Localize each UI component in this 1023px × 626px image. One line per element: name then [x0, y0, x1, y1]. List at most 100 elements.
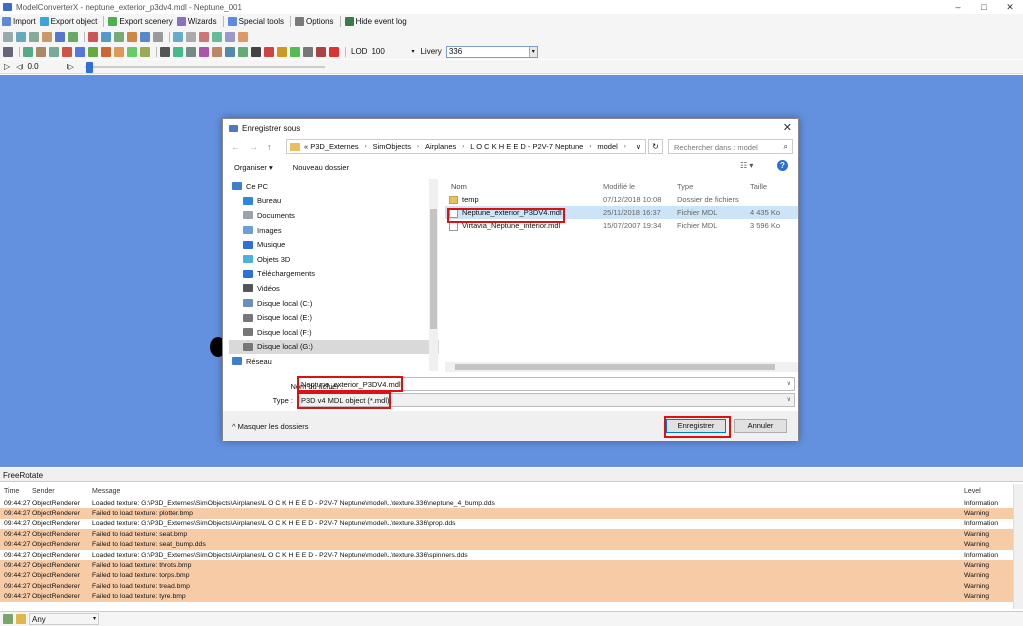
menu-hide-event-log[interactable]: Hide event log [344, 17, 407, 26]
toolbar-tool-icon[interactable] [316, 46, 326, 57]
toolbar-tool-icon[interactable] [88, 31, 98, 42]
menu-export-scenery[interactable]: Export scenery [108, 17, 173, 26]
pencil-icon[interactable] [16, 614, 26, 624]
toolbar-tool-icon[interactable] [173, 31, 183, 42]
close-window-button[interactable]: ✕ [997, 0, 1023, 14]
help-icon[interactable]: ? [777, 160, 788, 171]
nav-item-drive-e[interactable]: Disque local (E:) [229, 310, 439, 325]
toolbar-tool-icon[interactable] [238, 31, 248, 42]
toolbar-tool-icon[interactable] [251, 46, 261, 57]
type-dropdown-icon[interactable]: ∨ [787, 396, 791, 403]
filename-dropdown-icon[interactable]: ∨ [787, 380, 791, 387]
log-row[interactable]: 09:44:27 ObjectRenderer Failed to load tex… [0, 591, 1023, 602]
lod-value[interactable]: 100 [371, 47, 411, 56]
toolbar-tool-icon[interactable] [225, 46, 235, 57]
timeline-slider-track[interactable] [85, 66, 325, 68]
toolbar-tool-icon[interactable] [101, 46, 111, 57]
new-folder-button[interactable]: Nouveau dossier [293, 163, 349, 172]
toolbar-tool-icon[interactable] [16, 31, 26, 42]
toolbar-tool-icon[interactable] [3, 31, 13, 42]
address-dropdown-icon[interactable]: ∨ [636, 143, 641, 151]
toolbar-tool-icon[interactable] [290, 46, 300, 57]
toolbar-tool-icon[interactable] [49, 46, 59, 57]
col-level[interactable]: Level [964, 488, 1009, 495]
toolbar-tool-icon[interactable] [329, 46, 339, 57]
menu-import[interactable]: Import [2, 17, 36, 26]
col-sender[interactable]: Sender [32, 488, 92, 495]
log-row[interactable]: 09:44:27 ObjectRenderer Failed to load tex… [0, 529, 1023, 540]
nav-item-pc[interactable]: Ce PC [229, 179, 439, 194]
toolbar-tool-icon[interactable] [75, 46, 85, 57]
search-input[interactable]: Rechercher dans : model ⌕ [668, 139, 793, 154]
toolbar-tool-icon[interactable] [88, 46, 98, 57]
edit-icon[interactable] [3, 614, 13, 624]
livery-dropdown-icon[interactable]: ▾ [528, 46, 537, 57]
log-row[interactable]: 09:44:27 ObjectRenderer Failed to load tex… [0, 560, 1023, 571]
dialog-close-icon[interactable]: ✕ [783, 121, 792, 134]
event-log-scrollbar[interactable] [1013, 484, 1023, 609]
file-list-hscrollbar[interactable] [445, 362, 798, 372]
play-icon[interactable]: ▷ [4, 62, 10, 71]
toolbar-tool-icon[interactable] [277, 46, 287, 57]
toolbar-tool-icon[interactable] [114, 46, 124, 57]
cancel-button[interactable]: Annuler [734, 419, 787, 433]
breadcrumb-item[interactable]: model [597, 142, 617, 151]
organize-button[interactable]: Organiser ▾ [234, 163, 273, 172]
nav-item-documents[interactable]: Documents [229, 208, 439, 223]
col-name[interactable]: Nom [445, 182, 603, 191]
log-row[interactable]: 09:44:27 ObjectRenderer Failed to load tex… [0, 581, 1023, 592]
col-modified[interactable]: Modifié le [603, 182, 677, 191]
toolbar-tool-icon[interactable] [153, 31, 163, 42]
minimize-button[interactable]: – [945, 0, 971, 14]
toolbar-tool-icon[interactable] [238, 46, 248, 57]
log-row[interactable]: 09:44:27 ObjectRenderer Loaded texture: G:… [0, 498, 1023, 508]
toolbar-tool-icon[interactable] [3, 46, 13, 57]
breadcrumb-item[interactable]: SimObjects [373, 142, 411, 151]
log-row[interactable]: 09:44:27 ObjectRenderer Failed to load tex… [0, 508, 1023, 519]
nav-item-music[interactable]: Musique [229, 237, 439, 252]
nav-item-videos[interactable]: Vidéos [229, 281, 439, 296]
toolbar-tool-icon[interactable] [199, 31, 209, 42]
toolbar-tool-icon[interactable] [212, 31, 222, 42]
toolbar-tool-icon[interactable] [140, 31, 150, 42]
hide-folders-button[interactable]: ^ Masquer les dossiers [232, 422, 309, 431]
col-time[interactable]: Time [0, 488, 32, 495]
toolbar-tool-icon[interactable] [55, 31, 65, 42]
toolbar-tool-icon[interactable] [186, 46, 196, 57]
menu-export-object[interactable]: Export object [39, 17, 97, 26]
toolbar-tool-icon[interactable] [127, 31, 137, 42]
nav-item-drive-f[interactable]: Disque local (F:) [229, 325, 439, 340]
toolbar-tool-icon[interactable] [212, 46, 222, 57]
nav-item-desktop[interactable]: Bureau [229, 194, 439, 209]
timeline-slider-thumb[interactable] [86, 62, 93, 73]
toolbar-tool-icon[interactable] [264, 46, 274, 57]
toolbar-tool-icon[interactable] [225, 31, 235, 42]
toolbar-tool-icon[interactable] [62, 46, 72, 57]
col-type[interactable]: Type [677, 182, 750, 191]
breadcrumb-item[interactable]: Airplanes [425, 142, 456, 151]
toolbar-tool-icon[interactable] [199, 46, 209, 57]
toolbar-tool-icon[interactable] [140, 46, 150, 57]
toolbar-tool-icon[interactable] [68, 31, 78, 42]
toolbar-tool-icon[interactable] [101, 31, 111, 42]
nav-item-images[interactable]: Images [229, 223, 439, 238]
breadcrumb-item[interactable]: « P3D_Externes [304, 142, 359, 151]
toolbar-tool-icon[interactable] [36, 46, 46, 57]
forward-icon[interactable]: → [249, 142, 259, 152]
log-row[interactable]: 09:44:27 ObjectRenderer Failed to load tex… [0, 570, 1023, 582]
back-icon[interactable]: ← [231, 142, 241, 152]
file-row[interactable]: temp 07/12/2018 10:08 Dossier de fichiers [445, 193, 798, 206]
lod-dropdown-icon[interactable]: ▾ [411, 48, 414, 55]
nav-item-drive-g[interactable]: Disque local (G:) [229, 339, 439, 355]
toolbar-tool-icon[interactable] [114, 31, 124, 42]
livery-select[interactable]: 336 ▾ [445, 45, 538, 58]
refresh-icon[interactable]: ↻ [648, 139, 663, 154]
nav-item-objects3d[interactable]: Objets 3D [229, 252, 439, 267]
toolbar-tool-icon[interactable] [29, 31, 39, 42]
col-size[interactable]: Taille [750, 182, 798, 191]
address-bar[interactable]: « P3D_Externes › SimObjects › Airplanes › L O … [286, 139, 646, 154]
maximize-button[interactable]: □ [971, 0, 997, 14]
log-row[interactable]: 09:44:27 ObjectRenderer Loaded texture: G:… [0, 519, 1023, 529]
step-forward-icon[interactable]: I▷ [67, 63, 74, 71]
nav-scrollbar[interactable] [429, 179, 438, 371]
